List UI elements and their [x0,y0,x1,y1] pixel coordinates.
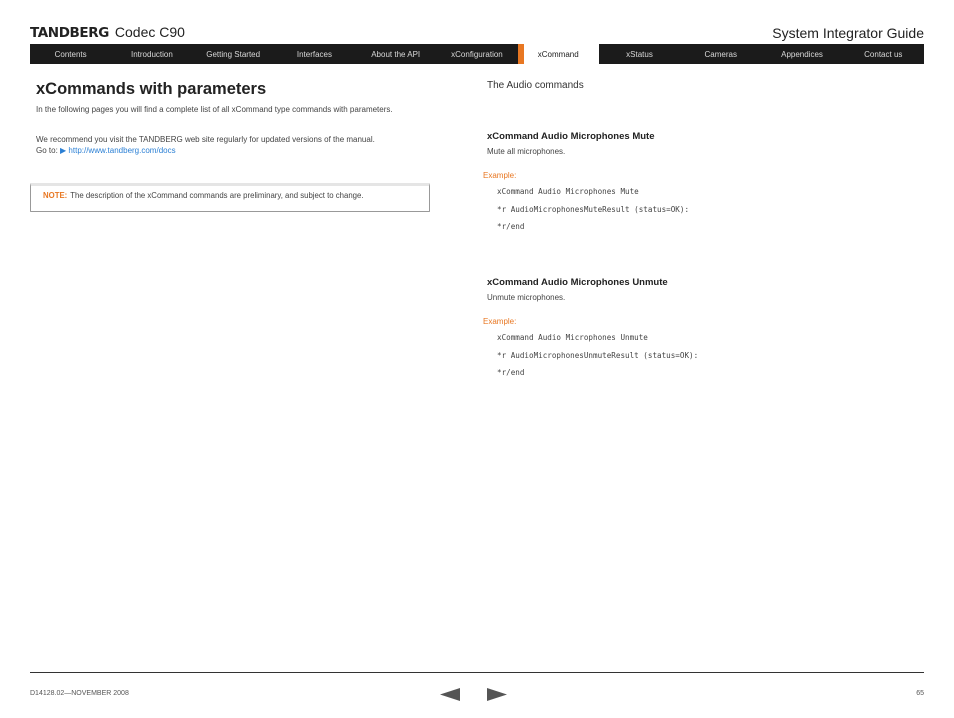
recommend-text: We recommend you visit the TANDBERG web … [36,135,375,144]
docs-link[interactable]: http://www.tandberg.com/docs [68,146,175,155]
document-id: D14128.02—NOVEMBER 2008 [30,690,129,697]
goto-row: Go to: ▶ http://www.tandberg.com/docs [36,145,436,156]
code-line: *r/end [497,222,525,231]
tab-introduction[interactable]: Introduction [111,44,192,64]
triangle-left-icon[interactable] [440,688,460,701]
intro-text: In the following pages you will find a c… [36,105,393,114]
tab-xcommand[interactable]: xCommand [517,44,599,64]
example-label: Example: [483,171,517,180]
command-block: xCommand Audio Microphones Unmute Unmute… [483,277,924,382]
footer-divider [30,672,924,673]
tab-appendices[interactable]: Appendices [761,44,842,64]
left-column: xCommands with parameters In the followi… [36,80,436,156]
right-column: The Audio commands xCommand Audio Microp… [483,80,924,377]
code-line: xCommand Audio Microphones Unmute [497,333,648,342]
guide-title: System Integrator Guide [772,25,924,41]
tab-xstatus[interactable]: xStatus [599,44,680,64]
note-label: NOTE: [43,191,68,200]
page-number: 65 [916,690,924,697]
note-box: NOTE: The description of the xCommand com… [30,183,430,212]
product-name: Codec C90 [114,24,185,40]
page-title: xCommands with parameters [36,80,267,98]
example-label: Example: [483,317,517,326]
arrow-right-icon: ▶ [60,146,67,155]
code-line: *r/end [497,368,525,377]
section-title: The Audio commands [487,80,584,91]
tab-contact-us[interactable]: Contact us [843,44,924,64]
code-example: xCommand Audio Microphones Mute *r Audio… [497,183,924,236]
nav-bar: Contents Introduction Getting Started In… [30,44,924,64]
command-block: xCommand Audio Microphones Mute Mute all… [483,131,924,236]
command-description: Unmute microphones. [487,293,566,302]
command-description: Mute all microphones. [487,147,566,156]
code-line: xCommand Audio Microphones Mute [497,187,639,196]
brand: TANDBERG Codec C90 [30,24,185,44]
command-title: xCommand Audio Microphones Mute [487,131,655,142]
triangle-right-icon[interactable] [487,688,507,701]
tab-interfaces[interactable]: Interfaces [274,44,355,64]
tab-xconfiguration[interactable]: xConfiguration [436,44,517,64]
goto-prefix: Go to: [36,146,58,155]
tab-contents[interactable]: Contents [30,44,111,64]
code-line: *r AudioMicrophonesUnmuteResult (status=… [497,350,699,360]
tab-getting-started[interactable]: Getting Started [193,44,274,64]
tab-cameras[interactable]: Cameras [680,44,761,64]
code-example: xCommand Audio Microphones Unmute *r Aud… [497,329,924,382]
command-title: xCommand Audio Microphones Unmute [487,277,668,288]
code-line: *r AudioMicrophonesMuteResult (status=OK… [497,204,690,214]
note-text: The description of the xCommand commands… [70,191,364,200]
brand-logo: TANDBERG [30,25,109,41]
tab-about-the-api[interactable]: About the API [355,44,436,64]
